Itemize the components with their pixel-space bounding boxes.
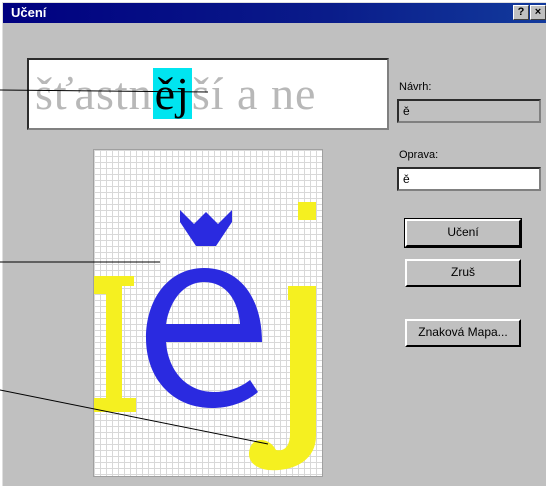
callout-lines: [0, 89, 269, 445]
callout-line-preview: [0, 89, 209, 93]
callout-line-neighbor: [0, 389, 269, 445]
